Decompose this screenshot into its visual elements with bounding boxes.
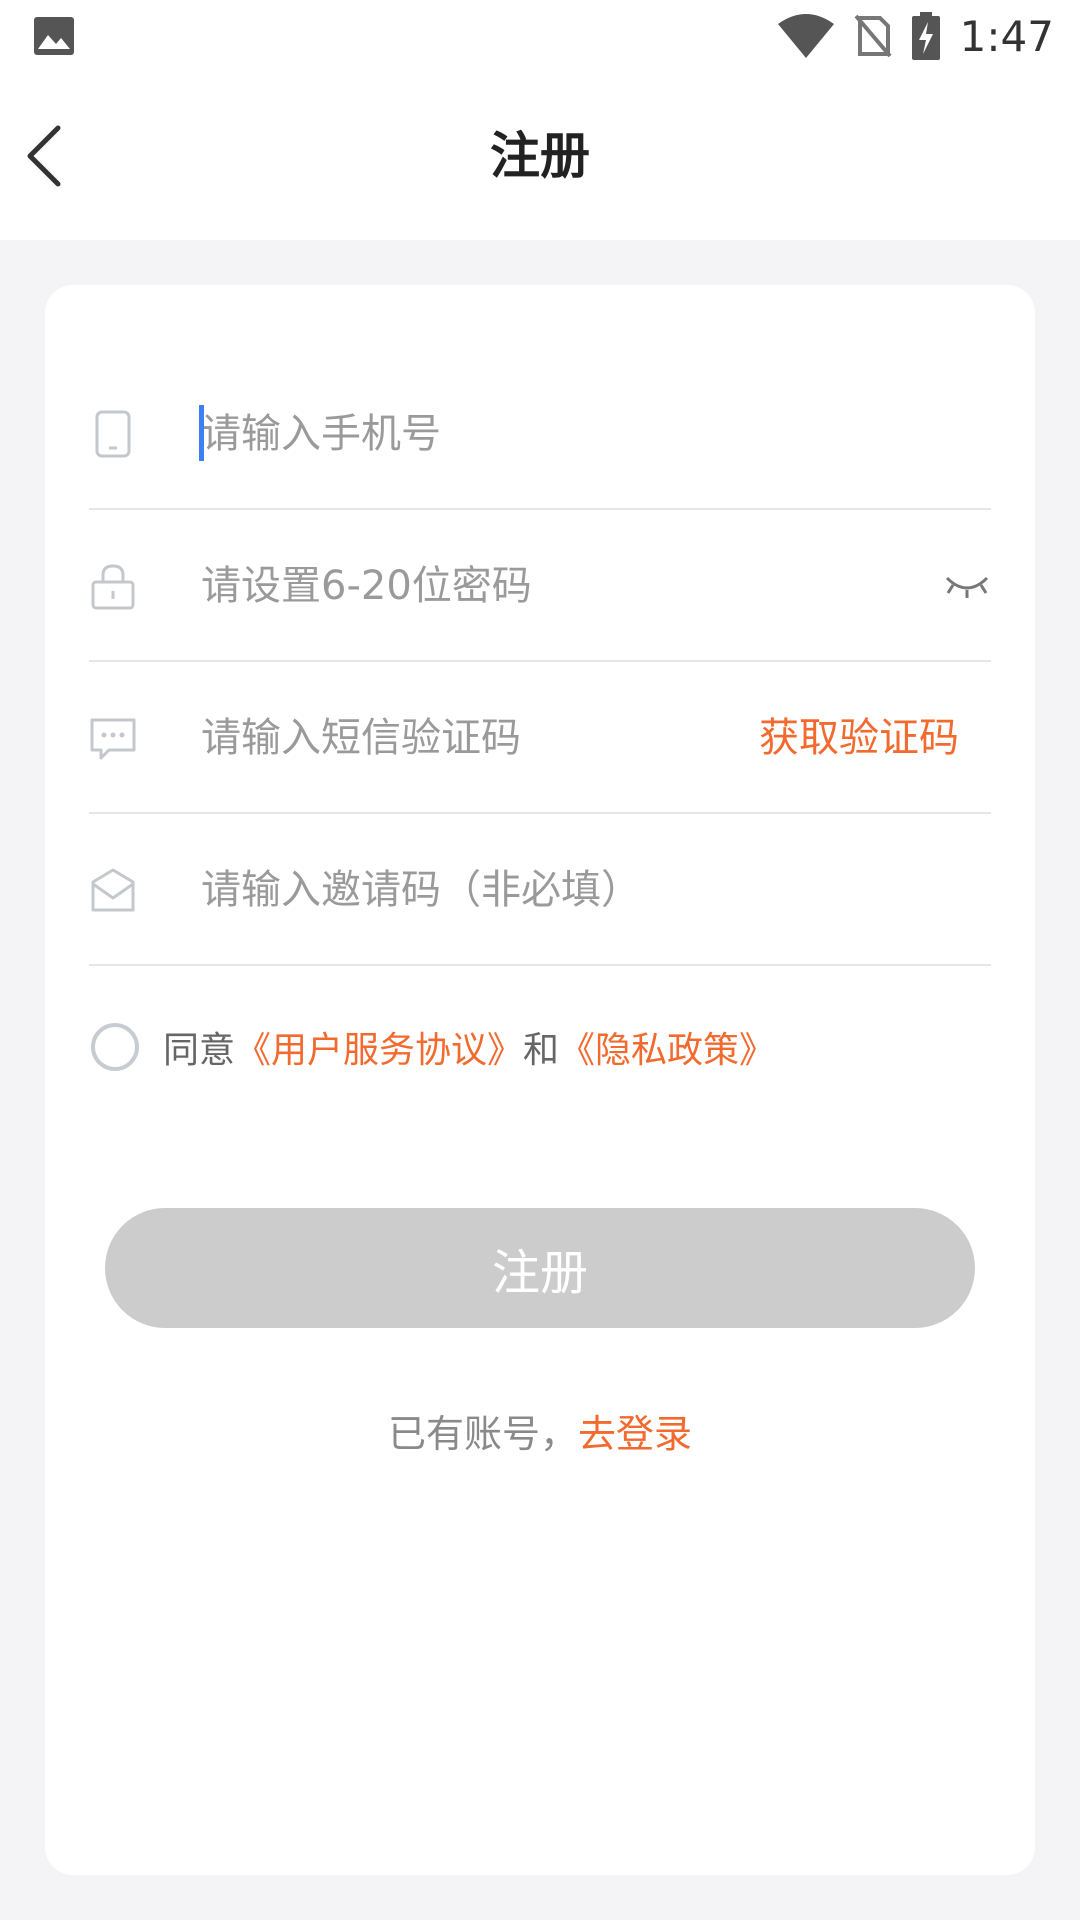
terms-link[interactable]: 《用户服务协议》 [235,1021,523,1073]
sms-code-input[interactable] [201,702,661,774]
login-prompt: 已有账号， [387,1412,578,1456]
login-row: 已有账号，去登录 [45,1403,1035,1458]
phone-input[interactable] [201,398,801,470]
gallery-icon [34,17,74,55]
nav-bar: 注册 [0,72,1080,240]
text-caret [199,405,204,461]
eye-closed-icon [945,576,989,598]
login-link[interactable]: 去登录 [578,1412,692,1456]
envelope-icon [91,868,135,912]
battery-charging-icon [911,12,940,60]
wifi-icon [777,14,834,58]
lock-icon [91,564,135,610]
privacy-link[interactable]: 《隐私政策》 [559,1021,775,1073]
status-bar: 1:47 [0,0,1080,72]
register-button[interactable]: 注册 [105,1208,975,1328]
message-icon [90,718,136,760]
register-card: 获取验证码 同意 《用户服务协议》 和 《隐私政策》 注册 已有账号，去登录 [45,285,1035,1875]
agreement-prefix: 同意 [163,1030,236,1071]
password-field-row [89,510,991,662]
sms-code-field-row: 获取验证码 [89,662,991,814]
phone-icon [95,410,131,458]
status-time: 1:47 [959,11,1054,61]
password-input[interactable] [201,550,801,622]
no-sim-icon [854,14,892,58]
agreement-and: 和 [523,1030,560,1071]
get-code-button[interactable]: 获取验证码 [759,708,959,768]
invite-code-field-row [89,814,991,966]
agreement-row: 同意 《用户服务协议》 和 《隐私政策》 [91,1017,775,1077]
password-visibility-toggle[interactable] [943,566,991,606]
phone-field-row [89,358,991,510]
page-title: 注册 [490,127,590,185]
invite-code-input[interactable] [201,854,801,926]
agreement-radio[interactable] [91,1023,139,1071]
